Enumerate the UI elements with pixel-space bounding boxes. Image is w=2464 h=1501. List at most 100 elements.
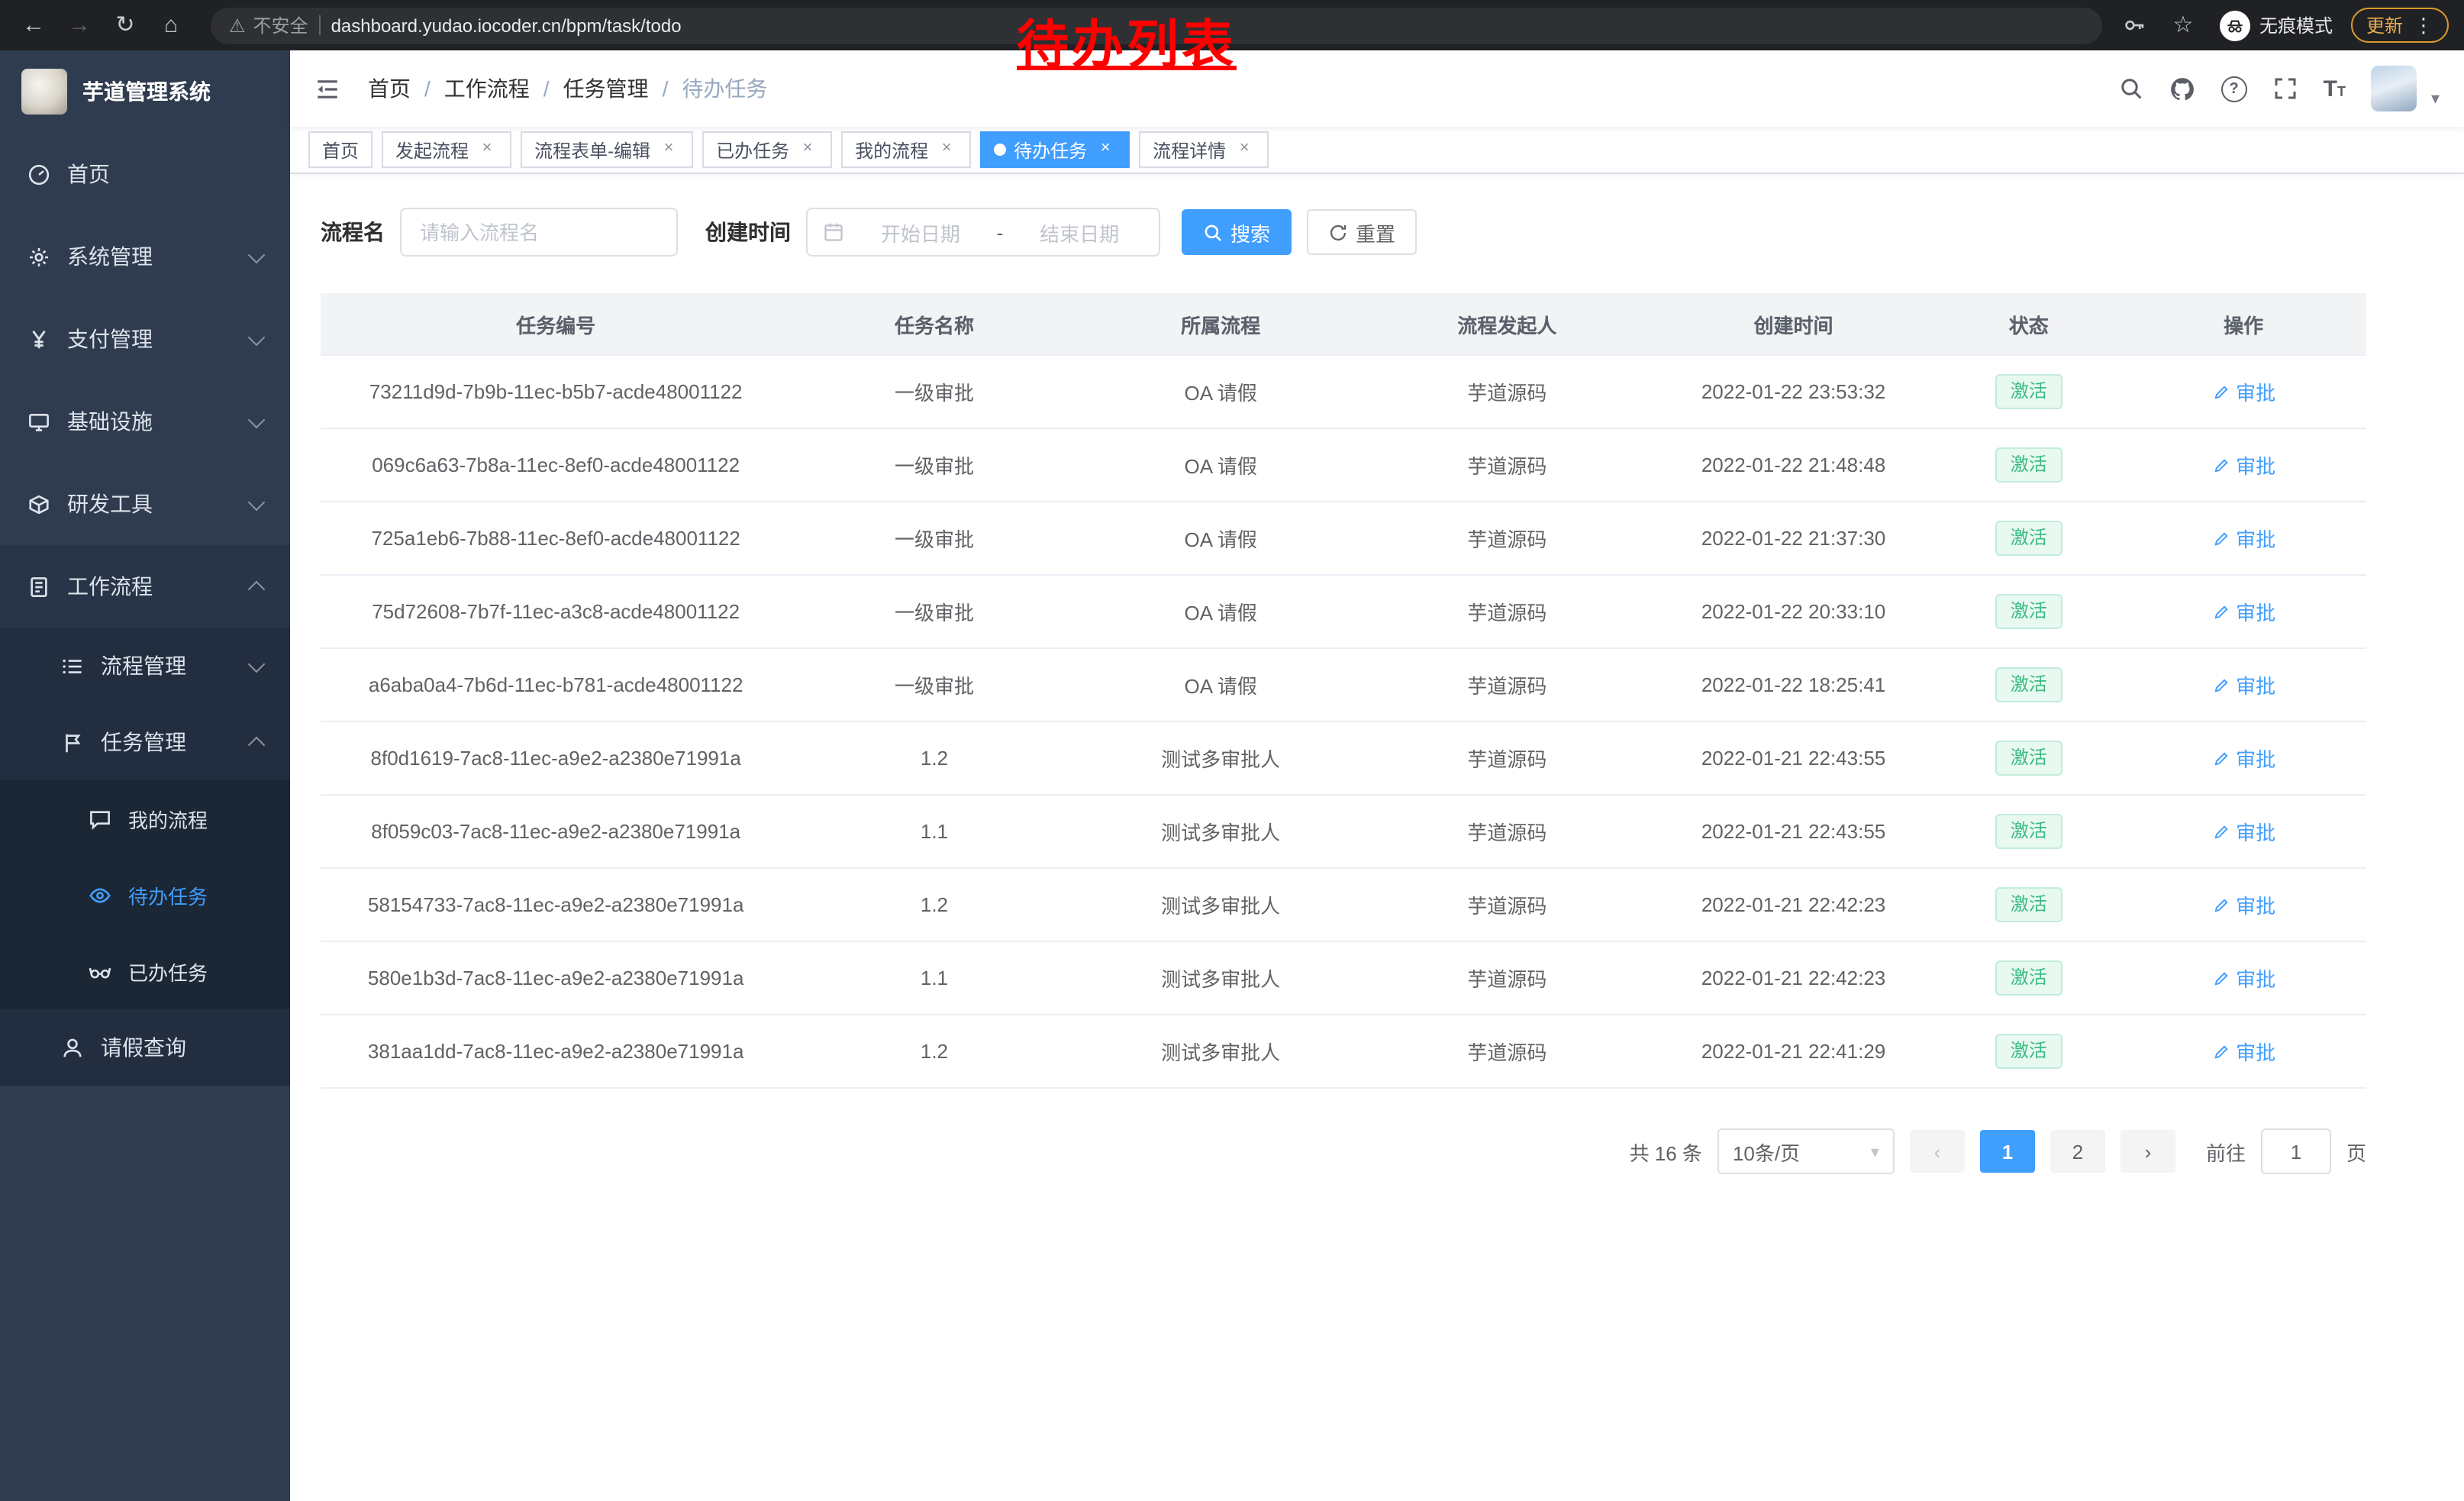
date-range-picker[interactable]: 开始日期 - 结束日期 — [806, 208, 1160, 257]
page-size-select[interactable]: 10条/页 ▾ — [1717, 1128, 1895, 1174]
cell-status: 激活 — [1937, 1015, 2121, 1088]
browser-forward-button[interactable]: → — [61, 7, 98, 44]
edit-pen-icon — [2211, 822, 2230, 841]
tab-label: 流程详情 — [1153, 137, 1226, 163]
edit-pen-icon — [2211, 529, 2230, 547]
tab-done-tasks[interactable]: 已办任务 × — [702, 131, 832, 168]
search-button[interactable]: 搜索 — [1182, 209, 1292, 255]
browser-refresh-button[interactable]: ↻ — [107, 7, 144, 44]
help-icon[interactable]: ? — [2221, 76, 2247, 102]
cell-actions: 审批 — [2121, 941, 2366, 1015]
sidebar-item-system[interactable]: 系统管理 — [0, 215, 290, 298]
cell-actions: 审批 — [2121, 1015, 2366, 1088]
sidebar-item-my-process[interactable]: 我的流程 — [0, 780, 290, 857]
cell-task-name: 一级审批 — [791, 648, 1077, 721]
column-header-task-name: 任务名称 — [791, 293, 1077, 355]
collapse-sidebar-icon[interactable] — [314, 76, 340, 102]
breadcrumb-home[interactable]: 首页 — [368, 73, 411, 104]
breadcrumb-task-management[interactable]: 任务管理 — [563, 73, 649, 104]
reset-button-label: 重置 — [1356, 218, 1395, 247]
user-avatar[interactable] — [2372, 66, 2417, 111]
approve-link[interactable]: 审批 — [2211, 377, 2275, 406]
close-icon[interactable]: × — [797, 139, 818, 160]
sidebar-item-done-tasks[interactable]: 已办任务 — [0, 933, 290, 1009]
process-name-label: 流程名 — [321, 217, 385, 247]
sidebar-item-label: 待办任务 — [128, 880, 208, 909]
calendar-icon — [823, 221, 844, 243]
sidebar-item-task-management[interactable]: 任务管理 — [0, 704, 290, 780]
search-icon[interactable] — [2119, 76, 2143, 101]
approve-link[interactable]: 审批 — [2211, 1037, 2275, 1066]
reset-button[interactable]: 重置 — [1307, 209, 1417, 255]
sidebar-item-home[interactable]: 首页 — [0, 133, 290, 215]
browser-home-button[interactable]: ⌂ — [153, 7, 189, 44]
browser-menu-icon[interactable]: ⋮ — [2414, 13, 2433, 37]
cell-initiator: 芋道源码 — [1364, 502, 1650, 575]
table-row: 58154733-7ac8-11ec-a9e2-a2380e71991a 1.2… — [321, 868, 2366, 941]
create-time-label: 创建时间 — [705, 217, 791, 247]
cell-status: 激活 — [1937, 941, 2121, 1015]
address-bar[interactable]: ⚠ 不安全 dashboard.yudao.iocoder.cn/bpm/tas… — [211, 7, 2102, 44]
page-button-1[interactable]: 1 — [1980, 1130, 2035, 1173]
sidebar-item-workflow[interactable]: 工作流程 — [0, 545, 290, 628]
avatar-caret-down-icon[interactable]: ▾ — [2431, 89, 2440, 111]
next-page-button[interactable]: › — [2121, 1130, 2175, 1173]
end-date-placeholder[interactable]: 结束日期 — [1015, 218, 1143, 247]
not-secure-badge[interactable]: ⚠ 不安全 — [229, 12, 308, 38]
browser-actions: ☆ 无痕模式 更新 ⋮ — [2124, 7, 2449, 44]
tab-process-detail[interactable]: 流程详情 × — [1139, 131, 1269, 168]
sidebar-item-process-management[interactable]: 流程管理 — [0, 628, 290, 704]
cell-task-name: 一级审批 — [791, 575, 1077, 648]
sidebar-item-payment[interactable]: 支付管理 — [0, 298, 290, 380]
font-size-icon[interactable]: TT — [2324, 76, 2346, 102]
process-name-input[interactable] — [400, 208, 678, 257]
bookmark-star-icon[interactable]: ☆ — [2165, 7, 2201, 44]
approve-link-label: 审批 — [2236, 744, 2275, 773]
approve-link-label: 审批 — [2236, 817, 2275, 846]
approve-link[interactable]: 审批 — [2211, 597, 2275, 626]
sidebar-item-leave-query[interactable]: 请假查询 — [0, 1009, 290, 1086]
tab-label: 待办任务 — [1014, 137, 1087, 163]
goto-page-input[interactable] — [2261, 1128, 2331, 1174]
close-icon[interactable]: × — [936, 139, 957, 160]
flag-icon — [61, 731, 84, 754]
fullscreen-icon[interactable] — [2273, 76, 2298, 101]
approve-link[interactable]: 审批 — [2211, 524, 2275, 553]
sidebar-item-devtools[interactable]: 研发工具 — [0, 463, 290, 545]
browser-update-button[interactable]: 更新 ⋮ — [2351, 8, 2449, 43]
github-icon[interactable] — [2169, 76, 2195, 102]
tab-my-process[interactable]: 我的流程 × — [841, 131, 971, 168]
close-icon[interactable]: × — [476, 139, 498, 160]
close-icon[interactable]: × — [658, 139, 679, 160]
sidebar-item-label: 工作流程 — [67, 571, 153, 602]
page-button-2[interactable]: 2 — [2050, 1130, 2105, 1173]
browser-back-button[interactable]: ← — [15, 7, 52, 44]
approve-link-label: 审批 — [2236, 890, 2275, 919]
sidebar-item-label: 支付管理 — [67, 324, 153, 354]
tab-todo-tasks[interactable]: 待办任务 × — [980, 131, 1130, 168]
table-row: 75d72608-7b7f-11ec-a3c8-acde48001122 一级审… — [321, 575, 2366, 648]
cell-actions: 审批 — [2121, 575, 2366, 648]
sidebar-item-infrastructure[interactable]: 基础设施 — [0, 380, 290, 463]
logo[interactable]: 芋道管理系统 — [0, 50, 290, 133]
approve-link[interactable]: 审批 — [2211, 450, 2275, 479]
tab-start-process[interactable]: 发起流程 × — [382, 131, 511, 168]
prev-page-button[interactable]: ‹ — [1910, 1130, 1965, 1173]
cell-task-id: 580e1b3d-7ac8-11ec-a9e2-a2380e71991a — [321, 941, 791, 1015]
cell-actions: 审批 — [2121, 648, 2366, 721]
approve-link[interactable]: 审批 — [2211, 964, 2275, 993]
approve-link[interactable]: 审批 — [2211, 670, 2275, 699]
cell-task-name: 1.2 — [791, 721, 1077, 795]
close-icon[interactable]: × — [1095, 139, 1116, 160]
tab-home[interactable]: 首页 — [308, 131, 373, 168]
sidebar-item-todo-tasks[interactable]: 待办任务 — [0, 857, 290, 933]
breadcrumb-workflow[interactable]: 工作流程 — [444, 73, 530, 104]
approve-link[interactable]: 审批 — [2211, 817, 2275, 846]
tab-process-form-edit[interactable]: 流程表单-编辑 × — [521, 131, 693, 168]
approve-link[interactable]: 审批 — [2211, 744, 2275, 773]
approve-link[interactable]: 审批 — [2211, 890, 2275, 919]
close-icon[interactable]: × — [1234, 139, 1255, 160]
start-date-placeholder[interactable]: 开始日期 — [856, 218, 985, 247]
approve-link-label: 审批 — [2236, 1037, 2275, 1066]
password-key-icon[interactable] — [2124, 14, 2146, 37]
